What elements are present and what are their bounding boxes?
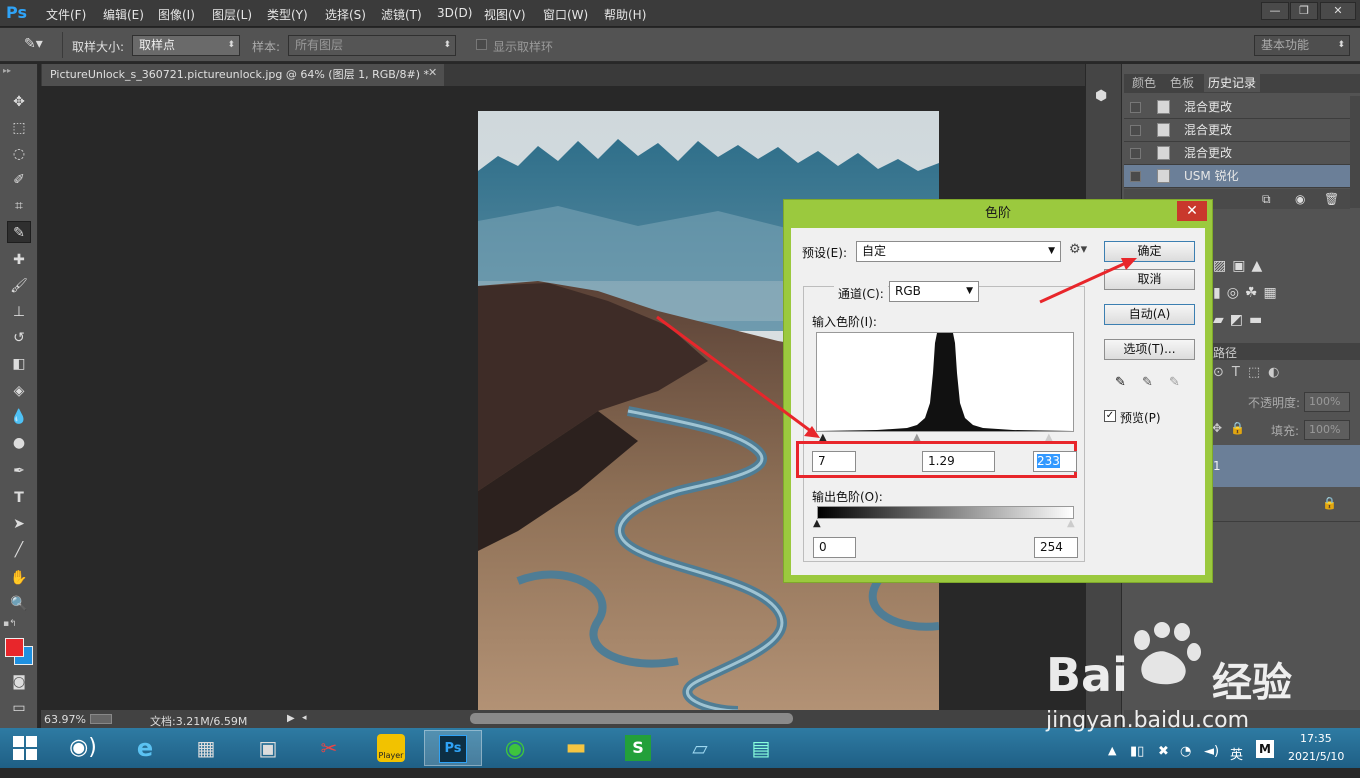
tray-expand-icon[interactable]: ▲ — [1108, 744, 1116, 757]
taskbar-browser[interactable]: ◉ — [486, 730, 544, 766]
ime-indicator[interactable]: 英 — [1230, 744, 1243, 763]
clock-date[interactable]: 2021/5/10 — [1288, 750, 1344, 763]
start-button[interactable] — [0, 730, 50, 766]
arrow-to-inputs — [656, 315, 813, 434]
audio-icon: ◉) — [69, 735, 97, 760]
no-network-icon[interactable]: ✖ — [1158, 744, 1169, 759]
player-icon: Player — [377, 734, 405, 762]
baidu-paw-logo — [1134, 622, 1201, 685]
browser-icon: ◉ — [504, 734, 526, 762]
taskbar-calculator[interactable]: ▦ — [177, 730, 235, 766]
wifi-icon[interactable]: ◔ — [1180, 744, 1191, 759]
watermark-brand-cn: 经验 — [1212, 660, 1292, 706]
baidu-watermark: Bai 经验 jingyan.baidu.com — [1040, 620, 1360, 740]
folder-icon: ▬ — [565, 735, 587, 760]
network-icon[interactable]: ▮▯ — [1130, 744, 1144, 759]
taskbar-monitor[interactable]: ▣ — [239, 730, 297, 766]
taskbar-sheets[interactable]: S — [609, 730, 667, 766]
volume-icon[interactable]: ◄) — [1204, 744, 1219, 759]
sheets-icon: S — [625, 735, 651, 761]
calculator-icon: ▦ — [196, 736, 216, 760]
taskbar-media-app[interactable]: ◉) — [54, 730, 112, 766]
watermark-url: jingyan.baidu.com — [1046, 708, 1250, 733]
taskbar-player[interactable]: Player — [362, 730, 420, 766]
taskbar-paint[interactable]: ✂ — [300, 730, 358, 766]
taskbar-ie[interactable]: e — [116, 730, 174, 766]
taskbar-notes[interactable]: ▱ — [671, 730, 729, 766]
taskbar-explorer[interactable]: ▬ — [547, 730, 605, 766]
notes-icon: ▱ — [692, 736, 708, 760]
photos-icon: ▤ — [751, 736, 771, 760]
arrow-to-ok — [1039, 260, 1129, 304]
ie-icon: e — [136, 734, 154, 762]
photoshop-icon: Ps — [439, 735, 467, 763]
windows-logo-icon — [13, 736, 37, 760]
monitor-icon: ▣ — [258, 736, 278, 760]
taskbar-photos[interactable]: ▤ — [732, 730, 790, 766]
paint-icon: ✂ — [320, 736, 338, 760]
input-mode-icon[interactable]: M — [1256, 740, 1274, 758]
taskbar-photoshop[interactable]: Ps — [424, 730, 482, 766]
watermark-brand: Bai — [1046, 648, 1128, 702]
